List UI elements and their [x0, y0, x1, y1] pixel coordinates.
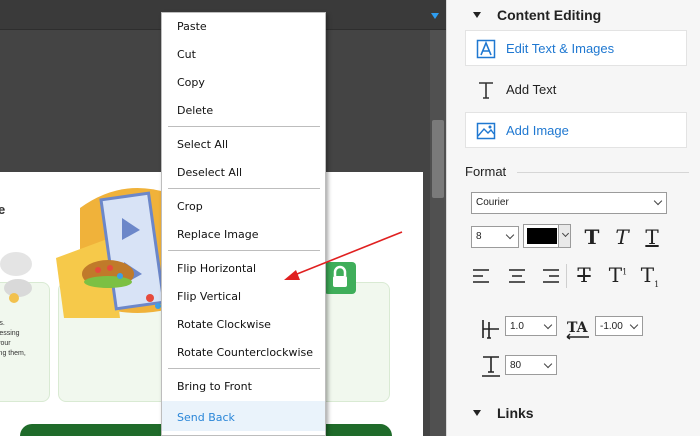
lock-shield-icon [324, 262, 356, 294]
add-text-label: Add Text [506, 82, 557, 97]
menu-separator [168, 188, 320, 189]
format-section-label: Format [465, 164, 507, 179]
chevron-down-icon [561, 229, 570, 238]
page-illustration-left [0, 252, 32, 303]
menu-separator [168, 368, 320, 369]
chevron-down-icon [653, 196, 663, 206]
add-text-icon [479, 82, 493, 99]
color-dropdown-button[interactable] [558, 225, 570, 247]
properties-panel: Content Editing Edit Text & Images Add T… [446, 0, 700, 436]
font-family-select[interactable]: Courier [471, 192, 667, 214]
menu-item-paste[interactable]: Paste [162, 15, 325, 39]
line-spacing-icon [482, 320, 499, 339]
edit-text-image-icon [476, 39, 496, 59]
menu-item-rotate-counterclockwise[interactable]: Rotate Counterclockwise [162, 341, 325, 365]
content-editing-header[interactable]: Content Editing [447, 2, 700, 30]
chevron-down-icon [505, 230, 515, 240]
svg-text:TA: TA [567, 320, 589, 336]
menu-item-label: Paste [177, 20, 207, 33]
align-right-icon[interactable] [541, 266, 561, 286]
menu-separator [168, 250, 320, 251]
menu-item-label: Select All [177, 138, 229, 151]
menu-item-flip-horizontal[interactable]: Flip Horizontal [162, 257, 325, 281]
context-menu: Paste Cut Copy Delete Select All Deselec… [161, 12, 326, 436]
chevron-down-icon [629, 320, 639, 330]
menu-item-send-back[interactable]: Send Back [162, 401, 325, 431]
vertical-scrollbar[interactable] [430, 30, 446, 436]
menu-item-label: Flip Horizontal [177, 262, 257, 275]
add-image-button[interactable]: Add Image [465, 112, 687, 148]
subscript-icon[interactable]: T1 [637, 262, 663, 289]
align-center-icon[interactable] [507, 266, 527, 286]
menu-item-deselect-all[interactable]: Deselect All [162, 161, 325, 185]
text-color-swatch [527, 228, 557, 244]
font-size-value: 8 [476, 231, 482, 242]
menu-item-label: Replace Image [177, 228, 259, 241]
bold-icon[interactable]: T [579, 224, 605, 250]
menu-item-label: Deselect All [177, 166, 243, 179]
toolbar-dropdown-icon[interactable] [431, 13, 439, 19]
page-snippet-line: ressing [0, 330, 20, 337]
scrollbar-thumb[interactable] [432, 120, 444, 198]
page-snippet-line: your [0, 340, 11, 347]
menu-item-rotate-clockwise[interactable]: Rotate Clockwise [162, 313, 325, 337]
chevron-down-icon [543, 359, 553, 369]
strikethrough-icon[interactable]: T [571, 262, 597, 288]
font-family-value: Courier [476, 197, 509, 208]
character-spacing-value: -1.00 [600, 321, 623, 332]
add-text-button[interactable]: Add Text [465, 71, 687, 107]
align-left-icon[interactable] [471, 266, 491, 286]
horizontal-scale-select[interactable]: 80 [505, 355, 557, 375]
superscript-icon[interactable]: T1 [605, 262, 631, 288]
character-spacing-select[interactable]: -1.00 [595, 316, 643, 336]
links-title: Links [497, 405, 534, 421]
format-separator [566, 264, 567, 288]
menu-item-select-all[interactable]: Select All [162, 133, 325, 157]
menu-item-copy[interactable]: Copy [162, 71, 325, 95]
menu-item-cut[interactable]: Cut [162, 43, 325, 67]
italic-icon[interactable]: T [609, 224, 635, 250]
collapse-triangle-icon [473, 12, 481, 18]
chevron-down-icon [543, 320, 553, 330]
menu-item-label: Bring to Front [177, 380, 252, 393]
menu-separator [168, 126, 320, 127]
menu-item-label: Rotate Counterclockwise [177, 346, 314, 359]
content-editing-title: Content Editing [497, 7, 602, 23]
collapse-triangle-icon [473, 410, 481, 416]
menu-item-label: Send Back [177, 411, 235, 424]
menu-item-bring-to-front[interactable]: Bring to Front [162, 375, 325, 399]
page-snippet-line: rs. [0, 320, 5, 327]
character-spacing-icon: TA [566, 320, 589, 340]
format-divider [517, 172, 689, 173]
line-spacing-value: 1.0 [510, 321, 524, 332]
menu-item-label: Flip Vertical [177, 290, 242, 303]
page-snippet-line: ing them, [0, 350, 26, 357]
menu-item-label: Delete [177, 104, 214, 117]
menu-item-flip-vertical[interactable]: Flip Vertical [162, 285, 325, 309]
horizontal-scale-icon [482, 356, 500, 377]
edit-text-images-label: Edit Text & Images [506, 41, 615, 56]
menu-item-replace-image[interactable]: Replace Image [162, 223, 325, 247]
line-spacing-select[interactable]: 1.0 [505, 316, 557, 336]
add-image-label: Add Image [506, 123, 569, 138]
edit-text-images-button[interactable]: Edit Text & Images [465, 30, 687, 66]
menu-item-label: Cut [177, 48, 196, 61]
links-header[interactable]: Links [447, 400, 700, 428]
menu-item-crop[interactable]: Crop [162, 195, 325, 219]
text-color-picker[interactable] [523, 224, 571, 248]
page-heading-left: e [0, 202, 6, 217]
menu-item-label: Copy [177, 76, 205, 89]
menu-item-delete[interactable]: Delete [162, 99, 325, 123]
add-image-icon [476, 122, 496, 140]
font-size-select[interactable]: 8 [471, 226, 519, 248]
underline-icon[interactable]: T [639, 224, 665, 250]
menu-item-label: Rotate Clockwise [177, 318, 271, 331]
horizontal-scale-value: 80 [510, 360, 522, 371]
menu-item-label: Crop [177, 200, 203, 213]
